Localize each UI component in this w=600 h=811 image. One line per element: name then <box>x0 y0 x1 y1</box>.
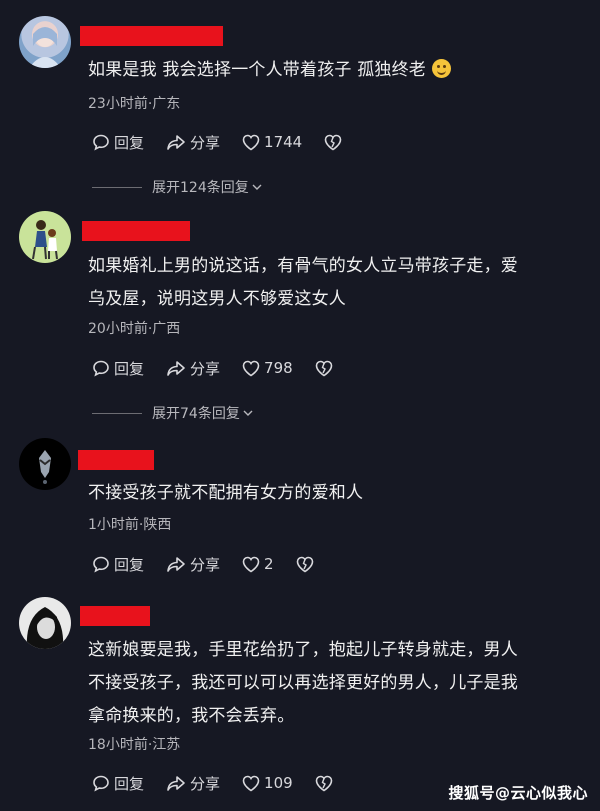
comment-text: 如果婚礼上男的说这话，有骨气的女人立马带孩子走，爱 乌及屋，说明这男人不够爱这女… <box>88 256 518 309</box>
comment-meta: 18小时前·江苏 <box>88 737 181 753</box>
like-button[interactable]: 1744 <box>242 133 302 151</box>
reply-button[interactable]: 回复 <box>92 132 144 153</box>
dislike-button[interactable] <box>315 775 337 792</box>
reply-icon <box>93 775 109 792</box>
avatar[interactable] <box>19 211 71 263</box>
heart-icon <box>242 360 260 376</box>
reply-icon <box>93 134 109 151</box>
broken-heart-icon <box>296 556 313 572</box>
reply-button[interactable]: 回复 <box>92 554 144 575</box>
comment-text: 如果是我 我会选择一个人带着孩子 孤独终老 <box>88 54 588 87</box>
avatar-image <box>39 450 51 484</box>
share-button[interactable]: 分享 <box>166 773 220 794</box>
avatar-image <box>29 27 61 68</box>
redacted-username[interactable] <box>78 450 154 470</box>
redacted-username[interactable] <box>80 606 150 626</box>
divider <box>92 412 142 414</box>
like-button[interactable]: 798 <box>242 359 293 377</box>
watermark: 搜狐号@云心似我心 <box>448 784 588 802</box>
heart-icon <box>242 556 260 572</box>
share-icon <box>167 135 185 150</box>
reply-icon <box>93 556 109 573</box>
redacted-username[interactable] <box>82 221 190 241</box>
share-icon <box>167 361 185 376</box>
comment-actions: 回复 分享 798 <box>92 356 359 380</box>
comment-meta: 23小时前·广东 <box>88 96 181 112</box>
share-button[interactable]: 分享 <box>166 132 220 153</box>
share-button[interactable]: 分享 <box>166 554 220 575</box>
reply-icon <box>93 360 109 377</box>
comment-actions: 回复 分享 2 <box>92 552 340 576</box>
comment-actions: 回复 分享 109 <box>92 771 359 795</box>
chevron-down-icon <box>252 184 262 190</box>
avatar[interactable] <box>19 16 71 68</box>
share-icon <box>167 776 185 791</box>
comment-text: 不接受孩子就不配拥有女方的爱和人 <box>88 483 364 503</box>
like-button[interactable]: 2 <box>242 555 274 573</box>
reply-button[interactable]: 回复 <box>92 358 144 379</box>
heart-icon <box>242 775 260 791</box>
dislike-button[interactable] <box>315 360 337 377</box>
avatar[interactable] <box>19 597 71 649</box>
avatar-image <box>32 220 58 260</box>
avatar-image <box>26 607 64 649</box>
share-button[interactable]: 分享 <box>166 358 220 379</box>
comment-actions: 回复 分享 1744 <box>92 130 368 154</box>
reply-button[interactable]: 回复 <box>92 773 144 794</box>
comment-meta: 1小时前·陕西 <box>88 517 172 533</box>
expand-replies-button[interactable]: 展开74条回复 <box>92 403 254 423</box>
divider <box>92 186 142 188</box>
avatar[interactable] <box>19 438 71 490</box>
expand-replies-button[interactable]: 展开124条回复 <box>92 177 263 197</box>
smile-emoji-icon <box>432 59 452 78</box>
dislike-button[interactable] <box>324 134 346 151</box>
broken-heart-icon <box>324 134 342 150</box>
broken-heart-icon <box>315 775 332 791</box>
chevron-down-icon <box>243 410 253 416</box>
redacted-username[interactable] <box>80 26 223 46</box>
dislike-button[interactable] <box>296 556 318 573</box>
share-icon <box>167 557 185 572</box>
broken-heart-icon <box>315 360 332 376</box>
comment-meta: 20小时前·广西 <box>88 321 181 337</box>
comment-text: 这新娘要是我，手里花给扔了，抱起儿子转身就走，男人 不接受孩子，我还可以可以再选… <box>88 640 518 726</box>
heart-icon <box>242 134 260 150</box>
like-button[interactable]: 109 <box>242 774 293 792</box>
